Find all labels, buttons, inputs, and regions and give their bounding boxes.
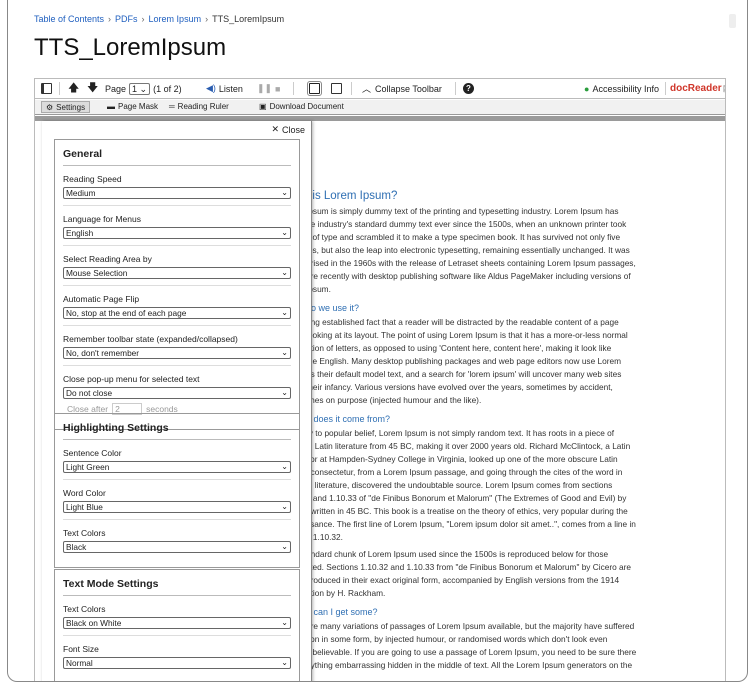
speaker-icon: ◀) <box>206 83 216 93</box>
doc-reader-viewer: 🡅 🡇 Page 1 ⌄ (1 of 2) ◀) Listen ❚❚ ■ ︿ C… <box>34 78 726 681</box>
text-colors-field: Text Colors Black ⌄ <box>63 528 291 559</box>
reading-speed-field: Reading Speed Medium ⌄ <box>63 174 291 206</box>
page-scrollbar[interactable] <box>729 14 736 28</box>
chevron-down-icon: ⌄ <box>281 618 288 627</box>
section-title: Text Mode Settings <box>63 578 291 596</box>
toolbar-divider <box>665 82 666 95</box>
accessibility-info-button[interactable]: ● Accessibility Info <box>584 81 659 96</box>
printer-icon: ▤ <box>723 83 725 94</box>
page-label: Page <box>105 83 127 94</box>
reading-area-select[interactable]: Mouse Selection ⌄ <box>63 267 291 279</box>
paragraph: ong established fact that a reader will … <box>306 317 628 405</box>
arrow-down-icon[interactable]: 🡇 <box>87 81 98 96</box>
sentence-color-select[interactable]: Light Green ⌄ <box>63 461 291 473</box>
sidebar-toggle-icon[interactable] <box>41 81 52 96</box>
close-panel-button[interactable]: ✕ Close <box>271 124 305 135</box>
paragraph: are many variations of passages of Lorem… <box>306 621 637 670</box>
language-select[interactable]: English ⌄ <box>63 227 291 239</box>
page-total: (1 of 2) <box>153 83 182 94</box>
section-heading: e can I get some? <box>306 607 378 617</box>
toolbar-divider <box>293 82 294 95</box>
breadcrumb-separator: › <box>141 14 145 24</box>
check-circle-icon: ● <box>584 83 590 94</box>
chevron-down-icon: ⌄ <box>281 502 288 511</box>
section-heading: do we use it? <box>306 303 360 313</box>
chevron-down-icon: ⌄ <box>281 542 288 551</box>
breadcrumb-current: TTS_LoremIpsum <box>212 14 285 24</box>
text-view-icon[interactable] <box>331 81 342 96</box>
chevron-down-icon: ⌄ <box>281 462 288 471</box>
paragraph: andard chunk of Lorem Ipsum used since t… <box>306 549 632 598</box>
close-popup-select[interactable]: Do not close ⌄ <box>63 387 291 399</box>
toolbar-divider <box>351 82 352 95</box>
toolbar-divider <box>455 82 456 95</box>
word-color-select[interactable]: Light Blue ⌄ <box>63 501 291 513</box>
section-heading: e does it come from? <box>306 414 391 424</box>
chevron-down-icon: ⌄ <box>281 658 288 667</box>
section-heading: t is Lorem Ipsum? <box>306 190 398 202</box>
sentence-color-field: Sentence Color Light Green ⌄ <box>63 448 291 480</box>
breadcrumb-table-of-contents[interactable]: Table of Contents <box>34 14 104 24</box>
toolbar-state-field: Remember toolbar state (expanded/collaps… <box>63 334 291 366</box>
word-color-field: Word Color Light Blue ⌄ <box>63 488 291 520</box>
stop-icon[interactable]: ■ <box>275 81 280 96</box>
toolbar-divider <box>59 82 60 95</box>
chevron-up-icon: ︿ <box>362 84 372 94</box>
close-icon: ✕ <box>271 124 279 134</box>
toolbar-state-select[interactable]: No, don't remember ⌄ <box>63 347 291 359</box>
general-settings-section: General Reading Speed Medium ⌄ Language f… <box>54 139 300 430</box>
breadcrumb-lorem-ipsum[interactable]: Lorem Ipsum <box>149 14 202 24</box>
page-mask-icon: ▬ <box>107 102 115 111</box>
page-flip-field: Automatic Page Flip No, stop at the end … <box>63 294 291 326</box>
reading-area-field: Select Reading Area by Mouse Selection ⌄ <box>63 254 291 286</box>
save-icon: ▣ <box>259 102 267 111</box>
download-document-button[interactable]: ▣ Download Document <box>259 102 344 111</box>
reading-ruler-button[interactable]: ═ Reading Ruler <box>169 102 229 111</box>
font-size-field: Font Size Normal ⌄ <box>63 644 291 675</box>
docreader-logo: docReader ▤ <box>670 81 725 96</box>
arrow-up-icon[interactable]: 🡅 <box>68 81 79 96</box>
page-select[interactable]: 1 ⌄ <box>129 82 151 95</box>
reading-speed-select[interactable]: Medium ⌄ <box>63 187 291 199</box>
help-icon[interactable]: ? <box>463 81 474 96</box>
settings-tab[interactable]: ⚙ Settings <box>41 101 91 113</box>
section-title: Highlighting Settings <box>63 422 291 440</box>
text-mode-settings-section: Text Mode Settings Text Colors Black on … <box>54 569 300 681</box>
page-title: TTS_LoremIpsum <box>34 34 227 61</box>
textmode-colors-select[interactable]: Black on White ⌄ <box>63 617 291 629</box>
page-view-icon[interactable] <box>307 81 322 96</box>
page-flip-select[interactable]: No, stop at the end of each page ⌄ <box>63 307 291 319</box>
pause-icon[interactable]: ❚❚ <box>257 81 272 96</box>
page-navigator: Page 1 ⌄ (1 of 2) <box>105 81 182 96</box>
breadcrumb-separator: › <box>205 14 209 24</box>
breadcrumb: Table of Contents › PDFs › Lorem Ipsum › TTS_L… <box>34 14 284 24</box>
chevron-down-icon: ⌄ <box>281 348 288 357</box>
collapse-toolbar-button[interactable]: ︿ Collapse Toolbar <box>362 81 442 96</box>
listen-button[interactable]: ◀) Listen <box>206 81 243 96</box>
chevron-down-icon: ⌄ <box>281 188 288 197</box>
textmode-colors-field: Text Colors Black on White ⌄ <box>63 604 291 636</box>
secondary-toolbar: ⚙ Settings ▬ Page Mask ═ Reading Ruler ▣ Dow… <box>35 100 725 115</box>
chevron-down-icon: ⌄ <box>281 268 288 277</box>
text-colors-select[interactable]: Black ⌄ <box>63 541 291 553</box>
paragraph: ry to popular belief, Lorem Ipsum is not… <box>306 428 636 542</box>
page-mask-button[interactable]: ▬ Page Mask <box>107 102 158 111</box>
highlighting-settings-section: Highlighting Settings Sentence Color Lig… <box>54 413 300 568</box>
browser-frame: Table of Contents › PDFs › Lorem Ipsum › TTS_L… <box>7 0 748 682</box>
font-size-select[interactable]: Normal ⌄ <box>63 657 291 669</box>
chevron-down-icon: ⌄ <box>281 388 288 397</box>
chevron-down-icon: ⌄ <box>281 308 288 317</box>
ruler-icon: ═ <box>169 102 175 111</box>
main-toolbar: 🡅 🡇 Page 1 ⌄ (1 of 2) ◀) Listen ❚❚ ■ ︿ C… <box>35 79 725 99</box>
settings-panel: ✕ Close General Reading Speed Medium ⌄ La… <box>42 121 312 681</box>
chevron-down-icon: ⌄ <box>281 228 288 237</box>
gear-icon: ⚙ <box>46 102 54 112</box>
language-field: Language for Menus English ⌄ <box>63 214 291 246</box>
breadcrumb-pdfs[interactable]: PDFs <box>115 14 138 24</box>
paragraph: Ipsum is simply dummy text of the printi… <box>306 206 636 294</box>
breadcrumb-separator: › <box>108 14 112 24</box>
document-content: t is Lorem Ipsum? Ipsum is simply dummy … <box>306 121 725 681</box>
section-title: General <box>63 148 291 166</box>
